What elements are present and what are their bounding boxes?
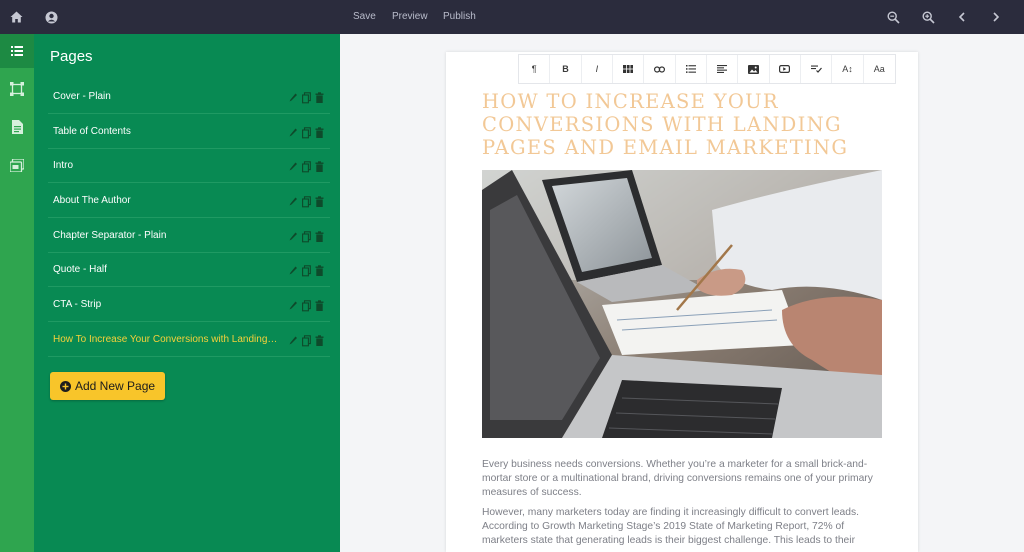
page-item-label: CTA - Strip	[53, 299, 102, 310]
page-item[interactable]: Table of Contents	[48, 115, 330, 149]
duplicate-icon[interactable]	[302, 160, 311, 173]
body-paragraph[interactable]: Every business needs conversions. Whethe…	[482, 458, 882, 500]
duplicate-icon[interactable]	[302, 334, 311, 347]
page-item[interactable]: Chapter Separator - Plain	[48, 219, 330, 253]
duplicate-icon[interactable]	[302, 126, 311, 139]
edit-icon[interactable]	[289, 160, 298, 172]
duplicate-icon[interactable]	[302, 230, 311, 243]
video-icon	[779, 65, 791, 73]
delete-icon[interactable]	[315, 91, 324, 103]
publish-button[interactable]: Publish	[443, 0, 476, 34]
page-item-label: Quote - Half	[53, 264, 107, 275]
delete-icon[interactable]	[315, 160, 324, 172]
duplicate-icon[interactable]	[302, 299, 311, 312]
bold-button[interactable]: B	[550, 55, 582, 83]
page-item[interactable]: Intro	[48, 149, 330, 183]
italic-button[interactable]: I	[582, 55, 613, 83]
tool-rail	[0, 34, 34, 552]
frame-icon[interactable]	[0, 72, 34, 106]
edit-icon[interactable]	[289, 195, 298, 207]
font-size-button[interactable]: Aa	[864, 55, 895, 83]
chevron-left-icon[interactable]	[947, 0, 977, 34]
chevron-right-icon[interactable]	[981, 0, 1011, 34]
delete-icon[interactable]	[315, 126, 324, 138]
pages-list-icon[interactable]	[0, 34, 34, 68]
document-page: ¶ B I A↕ Aa HOW TO INCREASE YOUR CONVERS…	[446, 52, 918, 552]
page-item[interactable]: CTA - Strip	[48, 288, 330, 322]
table-button[interactable]	[613, 55, 645, 83]
duplicate-icon[interactable]	[302, 91, 311, 104]
edit-icon[interactable]	[289, 230, 298, 242]
hero-image[interactable]	[482, 170, 882, 438]
page-item[interactable]: Quote - Half	[48, 253, 330, 287]
delete-icon[interactable]	[315, 264, 324, 276]
edit-icon[interactable]	[289, 334, 298, 346]
page-item[interactable]: Cover - Plain	[48, 80, 330, 114]
laptop-meeting-photo	[482, 170, 882, 438]
page-item-label: Chapter Separator - Plain	[53, 230, 167, 241]
table-icon	[623, 65, 634, 73]
delete-icon[interactable]	[315, 230, 324, 242]
preview-button[interactable]: Preview	[392, 0, 428, 34]
list-icon	[685, 65, 696, 73]
paragraph-button[interactable]: ¶	[519, 55, 551, 83]
edit-icon[interactable]	[289, 91, 298, 103]
spellcheck-icon	[810, 65, 822, 73]
edit-icon[interactable]	[289, 264, 298, 276]
page-item[interactable]: About The Author	[48, 184, 330, 218]
spellcheck-button[interactable]	[801, 55, 833, 83]
edit-icon[interactable]	[289, 299, 298, 311]
account-icon[interactable]	[36, 0, 66, 34]
home-icon[interactable]	[1, 0, 31, 34]
add-new-page-label: Add New Page	[75, 379, 156, 393]
document-icon[interactable]	[0, 110, 34, 144]
page-item-active[interactable]: How To Increase Your Conversions with La…	[48, 323, 330, 357]
page-item-label: Cover - Plain	[53, 91, 111, 102]
duplicate-icon[interactable]	[302, 264, 311, 277]
format-toolbar: ¶ B I A↕ Aa	[518, 54, 896, 84]
line-height-button[interactable]: A↕	[832, 55, 864, 83]
zoom-in-icon[interactable]	[913, 0, 943, 34]
page-item-label: About The Author	[53, 195, 131, 206]
delete-icon[interactable]	[315, 195, 324, 207]
pages-panel: Pages Cover - Plain Table of Contents In…	[34, 34, 340, 552]
zoom-out-icon[interactable]	[878, 0, 908, 34]
page-title[interactable]: How To Increase Your Conversions with La…	[482, 90, 882, 159]
link-icon	[653, 65, 665, 73]
page-item-label: Table of Contents	[53, 126, 131, 137]
save-button[interactable]: Save	[353, 0, 376, 34]
templates-icon[interactable]	[0, 148, 34, 182]
image-icon	[747, 64, 759, 74]
editor-canvas: ¶ B I A↕ Aa HOW TO INCREASE YOUR CONVERS…	[340, 34, 1024, 552]
plus-circle-icon	[60, 380, 71, 392]
duplicate-icon[interactable]	[302, 195, 311, 208]
edit-icon[interactable]	[289, 126, 298, 138]
body-paragraph[interactable]: However, many marketers today are findin…	[482, 506, 882, 548]
list-button[interactable]	[676, 55, 707, 83]
add-new-page-button[interactable]: Add New Page	[50, 372, 165, 400]
page-item-label: Intro	[53, 160, 74, 171]
panel-title: Pages	[50, 48, 93, 65]
align-left-icon	[717, 65, 728, 73]
page-item-label: How To Increase Your Conversions with La…	[53, 334, 279, 345]
image-button[interactable]	[738, 55, 770, 83]
align-button[interactable]	[707, 55, 739, 83]
delete-icon[interactable]	[315, 334, 324, 346]
link-button[interactable]	[644, 55, 676, 83]
delete-icon[interactable]	[315, 299, 324, 311]
video-button[interactable]	[770, 55, 801, 83]
top-toolbar: Save Preview Publish	[0, 0, 1024, 34]
